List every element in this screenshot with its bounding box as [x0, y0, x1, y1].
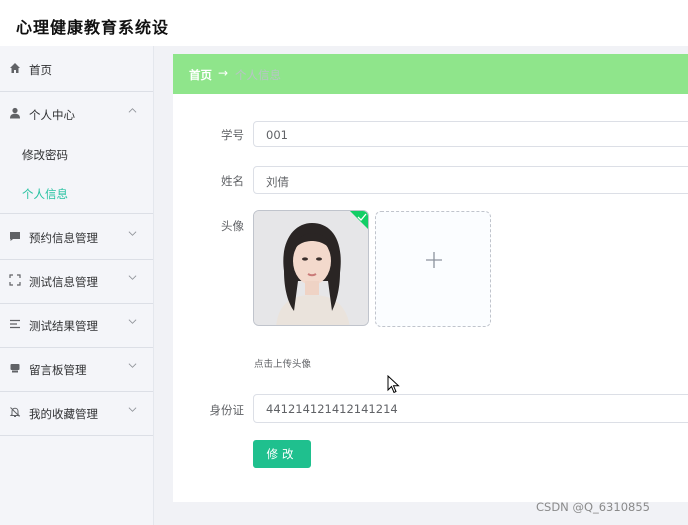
id-card-label: 身份证	[209, 403, 245, 417]
avatar-label: 头像	[221, 219, 244, 233]
sidebar-item-home[interactable]: 首页	[0, 48, 153, 92]
sidebar-item-message-board[interactable]: 留言板管理	[0, 348, 153, 392]
chevron-down-icon	[128, 273, 137, 285]
breadcrumb-separator: →	[218, 66, 229, 80]
breadcrumb: 首页 → 个人信息	[173, 54, 688, 94]
chevron-down-icon	[128, 405, 137, 417]
submit-button[interactable]: 修改	[253, 440, 311, 468]
sidebar-subitem-label: 修改密码	[22, 148, 68, 162]
app-title: 心理健康教育系统设	[16, 18, 170, 37]
sidebar-item-label: 测试信息管理	[29, 275, 98, 289]
sidebar-item-label: 首页	[29, 63, 52, 77]
sidebar-item-label: 测试结果管理	[29, 319, 98, 333]
portrait-photo	[254, 211, 368, 325]
list-icon	[9, 318, 21, 330]
bell-off-icon	[9, 406, 21, 418]
student-id-label: 学号	[221, 128, 244, 142]
mouse-cursor-icon	[387, 374, 401, 399]
avatar-image[interactable]	[253, 210, 369, 326]
watermark: CSDN @Q_6310855	[536, 500, 650, 514]
breadcrumb-home-link[interactable]: 首页	[189, 67, 212, 83]
student-id-field[interactable]: 001	[253, 121, 688, 147]
sidebar-item-test-info[interactable]: 测试信息管理	[0, 260, 153, 304]
chevron-down-icon	[128, 229, 137, 241]
name-field[interactable]: 刘倩	[253, 166, 688, 194]
sidebar-item-label: 留言板管理	[29, 363, 87, 377]
top-header: 心理健康教育系统设	[0, 0, 688, 46]
sidebar-item-personal-center[interactable]: 个人中心	[0, 93, 153, 137]
user-icon	[9, 107, 21, 119]
home-icon	[9, 62, 21, 74]
id-card-field[interactable]: 441214121412141214	[253, 394, 688, 423]
plus-icon	[424, 244, 444, 277]
chat-icon	[9, 230, 21, 242]
sidebar-item-label: 我的收藏管理	[29, 407, 98, 421]
chevron-up-icon	[128, 106, 137, 118]
chevron-down-icon	[128, 361, 137, 373]
avatar-upload-button[interactable]	[375, 211, 491, 327]
id-card-value: 441214121412141214	[266, 402, 398, 416]
sidebar-subitem-label: 个人信息	[22, 187, 68, 201]
sidebar: 首页 个人中心 修改密码 个人信息 预约信息管理 测试信息管理 测试结果管理 留…	[0, 46, 154, 525]
name-label: 姓名	[221, 174, 244, 188]
fullscreen-icon	[9, 274, 21, 286]
name-value: 刘倩	[266, 175, 289, 189]
chevron-down-icon	[128, 317, 137, 329]
sidebar-item-favorites[interactable]: 我的收藏管理	[0, 392, 153, 436]
sidebar-item-appointment[interactable]: 预约信息管理	[0, 216, 153, 260]
sidebar-item-label: 预约信息管理	[29, 231, 98, 245]
sidebar-subitem-change-password[interactable]: 修改密码	[0, 135, 153, 173]
sidebar-item-label: 个人中心	[29, 108, 75, 122]
breadcrumb-current: 个人信息	[235, 68, 281, 82]
sidebar-item-test-results[interactable]: 测试结果管理	[0, 304, 153, 348]
upload-tip: 点击上传头像	[254, 359, 312, 370]
student-id-value: 001	[266, 128, 288, 142]
sidebar-subitem-personal-info[interactable]: 个人信息	[0, 174, 153, 214]
message-icon	[9, 362, 21, 374]
